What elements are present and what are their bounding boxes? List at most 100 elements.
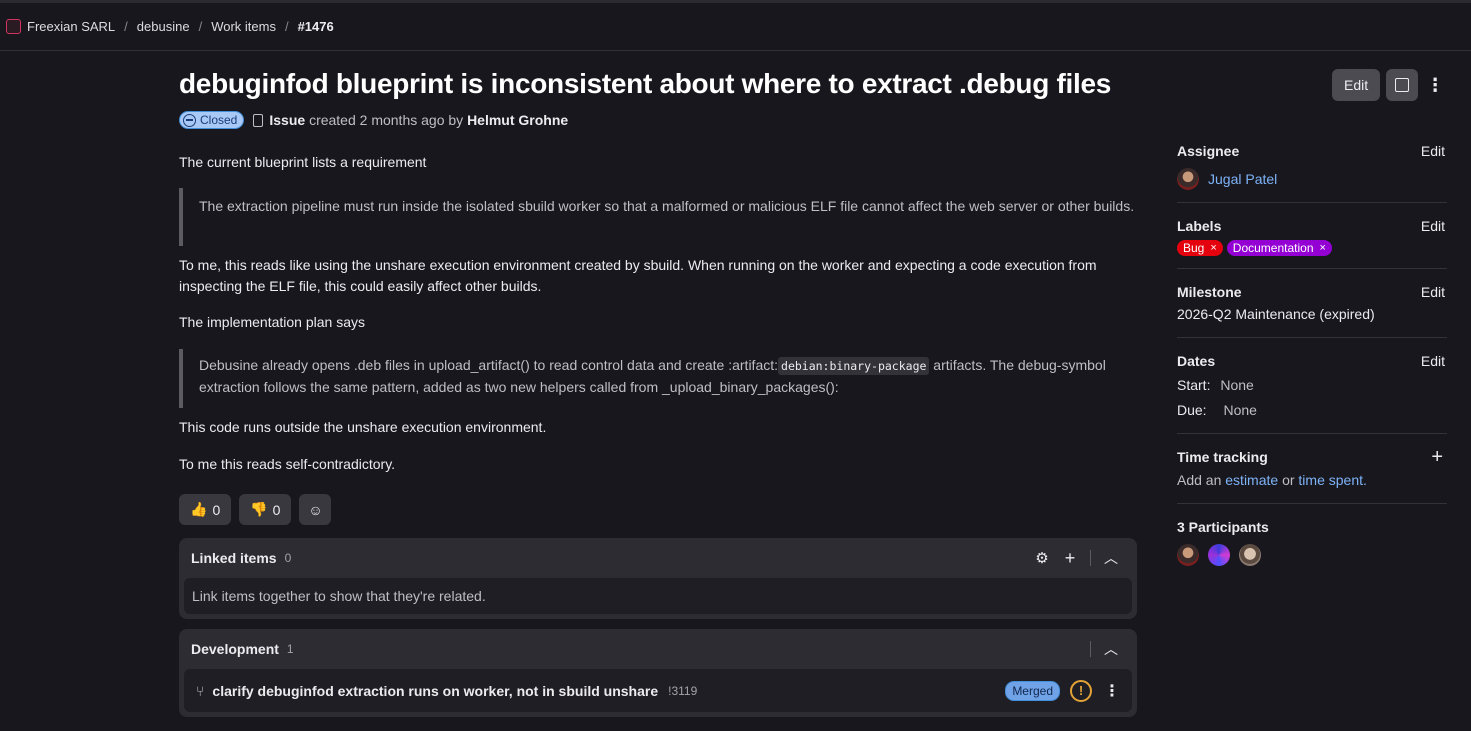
start-value: None — [1220, 377, 1254, 393]
label-text: Documentation — [1232, 241, 1314, 255]
divider — [1090, 641, 1091, 657]
thumbs-up-count: 0 — [212, 501, 221, 518]
breadcrumb-item-work-items[interactable]: Work items — [211, 19, 276, 34]
breadcrumb-separator: / — [284, 19, 289, 34]
thumbs-up-button[interactable]: 👍 0 — [179, 494, 232, 525]
description-paragraph: This code runs outside the unshare execu… — [179, 419, 547, 435]
status-badge: Closed — [179, 111, 245, 129]
breadcrumb-item-group[interactable]: Freexian SARL — [27, 19, 115, 34]
or-text: or — [1282, 472, 1295, 488]
estimate-link[interactable]: estimate — [1225, 472, 1278, 488]
development-list: ⑂ clarify debuginfod extraction runs on … — [184, 669, 1132, 712]
breadcrumb-separator: / — [124, 19, 128, 34]
remove-label-icon[interactable]: × — [1210, 242, 1216, 254]
add-linked-item-icon[interactable]: + — [1056, 544, 1084, 572]
milestone-value[interactable]: 2026-Q2 Maintenance (expired) — [1177, 303, 1447, 325]
time-tracking-title: Time tracking — [1177, 449, 1268, 465]
label-text: Bug — [1183, 241, 1205, 255]
inline-code: debian:binary-package — [778, 357, 930, 375]
header-actions: Edit ⋮ — [1332, 69, 1446, 101]
label-bug[interactable]: Bug × — [1177, 240, 1223, 256]
breadcrumb-separator: / — [198, 19, 203, 34]
thumbs-up-icon: 👍 — [190, 501, 208, 517]
remove-label-icon[interactable]: × — [1320, 242, 1326, 254]
development-count: 1 — [286, 642, 294, 656]
avatar[interactable] — [1239, 544, 1261, 566]
edit-button[interactable]: Edit — [1332, 69, 1381, 101]
add-reaction-button[interactable]: ☺ — [299, 494, 332, 525]
chevron-up-icon[interactable]: ︿ — [1097, 635, 1125, 663]
merged-badge: Merged — [1005, 680, 1060, 701]
avatar[interactable] — [1208, 544, 1230, 566]
closed-icon — [183, 113, 196, 127]
linked-items-actions: ⚙ + ︿ — [1028, 544, 1125, 572]
breadcrumb-current[interactable]: #1476 — [298, 19, 334, 34]
group-avatar-icon — [6, 19, 21, 34]
description-paragraph: To me this reads self-contradictory. — [179, 456, 396, 472]
development-actions: ︿ — [1084, 635, 1125, 663]
linked-items-empty-text: Link items together to show that they're… — [192, 588, 486, 604]
new-item-icon — [1395, 78, 1410, 92]
thumbs-down-button[interactable]: 👎 0 — [239, 494, 292, 525]
description-paragraph: The current blueprint lists a requiremen… — [179, 154, 427, 170]
assignee-edit-button[interactable]: Edit — [1421, 143, 1447, 159]
time-spent-link[interactable]: time spent. — [1298, 472, 1366, 488]
add-an-text: Add an — [1177, 472, 1222, 488]
development-title: Development — [191, 641, 279, 657]
blockquote: Debusine already opens .deb files in upl… — [179, 349, 1137, 408]
time-tracking-section: Time tracking + Add an estimate or time … — [1177, 446, 1447, 504]
linked-items-header: Linked items 0 ⚙ + ︿ — [179, 538, 1137, 578]
more-actions-icon[interactable]: ⋮ — [1104, 681, 1120, 701]
participants-title: 3 Participants — [1177, 519, 1269, 535]
linked-items-card: Linked items 0 ⚙ + ︿ Link items together… — [179, 538, 1137, 619]
labels-title: Labels — [1177, 218, 1222, 234]
blockquote-text: The extraction pipeline must run inside … — [199, 198, 1135, 214]
milestone-edit-button[interactable]: Edit — [1421, 284, 1447, 300]
avatar — [1177, 168, 1199, 190]
merge-request-row[interactable]: ⑂ clarify debuginfod extraction runs on … — [184, 669, 1132, 712]
dates-edit-button[interactable]: Edit — [1421, 353, 1447, 369]
divider — [1090, 550, 1091, 566]
participants-section: 3 Participants — [1177, 516, 1447, 578]
description-paragraph: To me, this reads like using the unshare… — [179, 257, 1097, 294]
labels-edit-button[interactable]: Edit — [1421, 218, 1447, 234]
sidebar: Assignee Edit Jugal Patel Labels Edit Bu… — [1177, 140, 1447, 590]
new-related-item-button[interactable] — [1386, 69, 1419, 101]
dates-title: Dates — [1177, 353, 1216, 369]
assignee-section: Assignee Edit Jugal Patel — [1177, 140, 1447, 203]
development-header: Development 1 ︿ — [179, 629, 1137, 669]
issue-type: Issue — [269, 112, 306, 128]
breadcrumb-item-project[interactable]: debusine — [137, 19, 190, 34]
assignee-link[interactable]: Jugal Patel — [1208, 168, 1277, 190]
created-text: created 2 months ago by — [309, 112, 464, 128]
merge-request-icon: ⑂ — [196, 682, 205, 699]
author-link[interactable]: Helmut Grohne — [467, 112, 568, 128]
breadcrumb: Freexian SARL / debusine / Work items / … — [0, 0, 1471, 51]
linked-items-title: Linked items — [191, 550, 277, 566]
add-time-icon[interactable]: + — [1431, 447, 1447, 467]
linked-items-empty: Link items together to show that they're… — [184, 578, 1132, 614]
dates-section: Dates Edit Start: None Due: None — [1177, 350, 1447, 434]
blockquote: The extraction pipeline must run inside … — [179, 188, 1137, 246]
chevron-up-icon[interactable]: ︿ — [1097, 544, 1125, 572]
linked-items-count: 0 — [284, 551, 292, 565]
label-documentation[interactable]: Documentation × — [1226, 240, 1332, 256]
labels-section: Labels Edit Bug × Documentation × — [1177, 215, 1447, 269]
reactions-bar: 👍 0 👎 0 ☺ — [179, 494, 332, 525]
milestone-section: Milestone Edit 2026-Q2 Maintenance (expi… — [1177, 281, 1447, 338]
merge-request-title[interactable]: clarify debuginfod extraction runs on wo… — [212, 683, 658, 699]
development-card: Development 1 ︿ ⑂ clarify debuginfod ext… — [179, 629, 1137, 717]
status-label: Closed — [200, 113, 238, 127]
blockquote-text: Debusine already opens .deb files in upl… — [199, 357, 779, 373]
warning-icon: ! — [1070, 679, 1092, 702]
description-paragraph: The implementation plan says — [179, 314, 365, 330]
settings-sliders-icon[interactable]: ⚙ — [1028, 544, 1056, 572]
start-label: Start: — [1177, 377, 1211, 393]
more-actions-icon[interactable]: ⋮ — [1424, 69, 1446, 101]
thumbs-down-icon: 👎 — [250, 501, 268, 517]
issue-type-icon — [253, 113, 264, 127]
assignee-title: Assignee — [1177, 143, 1240, 159]
smiley-icon: ☺ — [308, 501, 323, 518]
due-label: Due: — [1177, 402, 1207, 418]
avatar[interactable] — [1177, 544, 1199, 566]
